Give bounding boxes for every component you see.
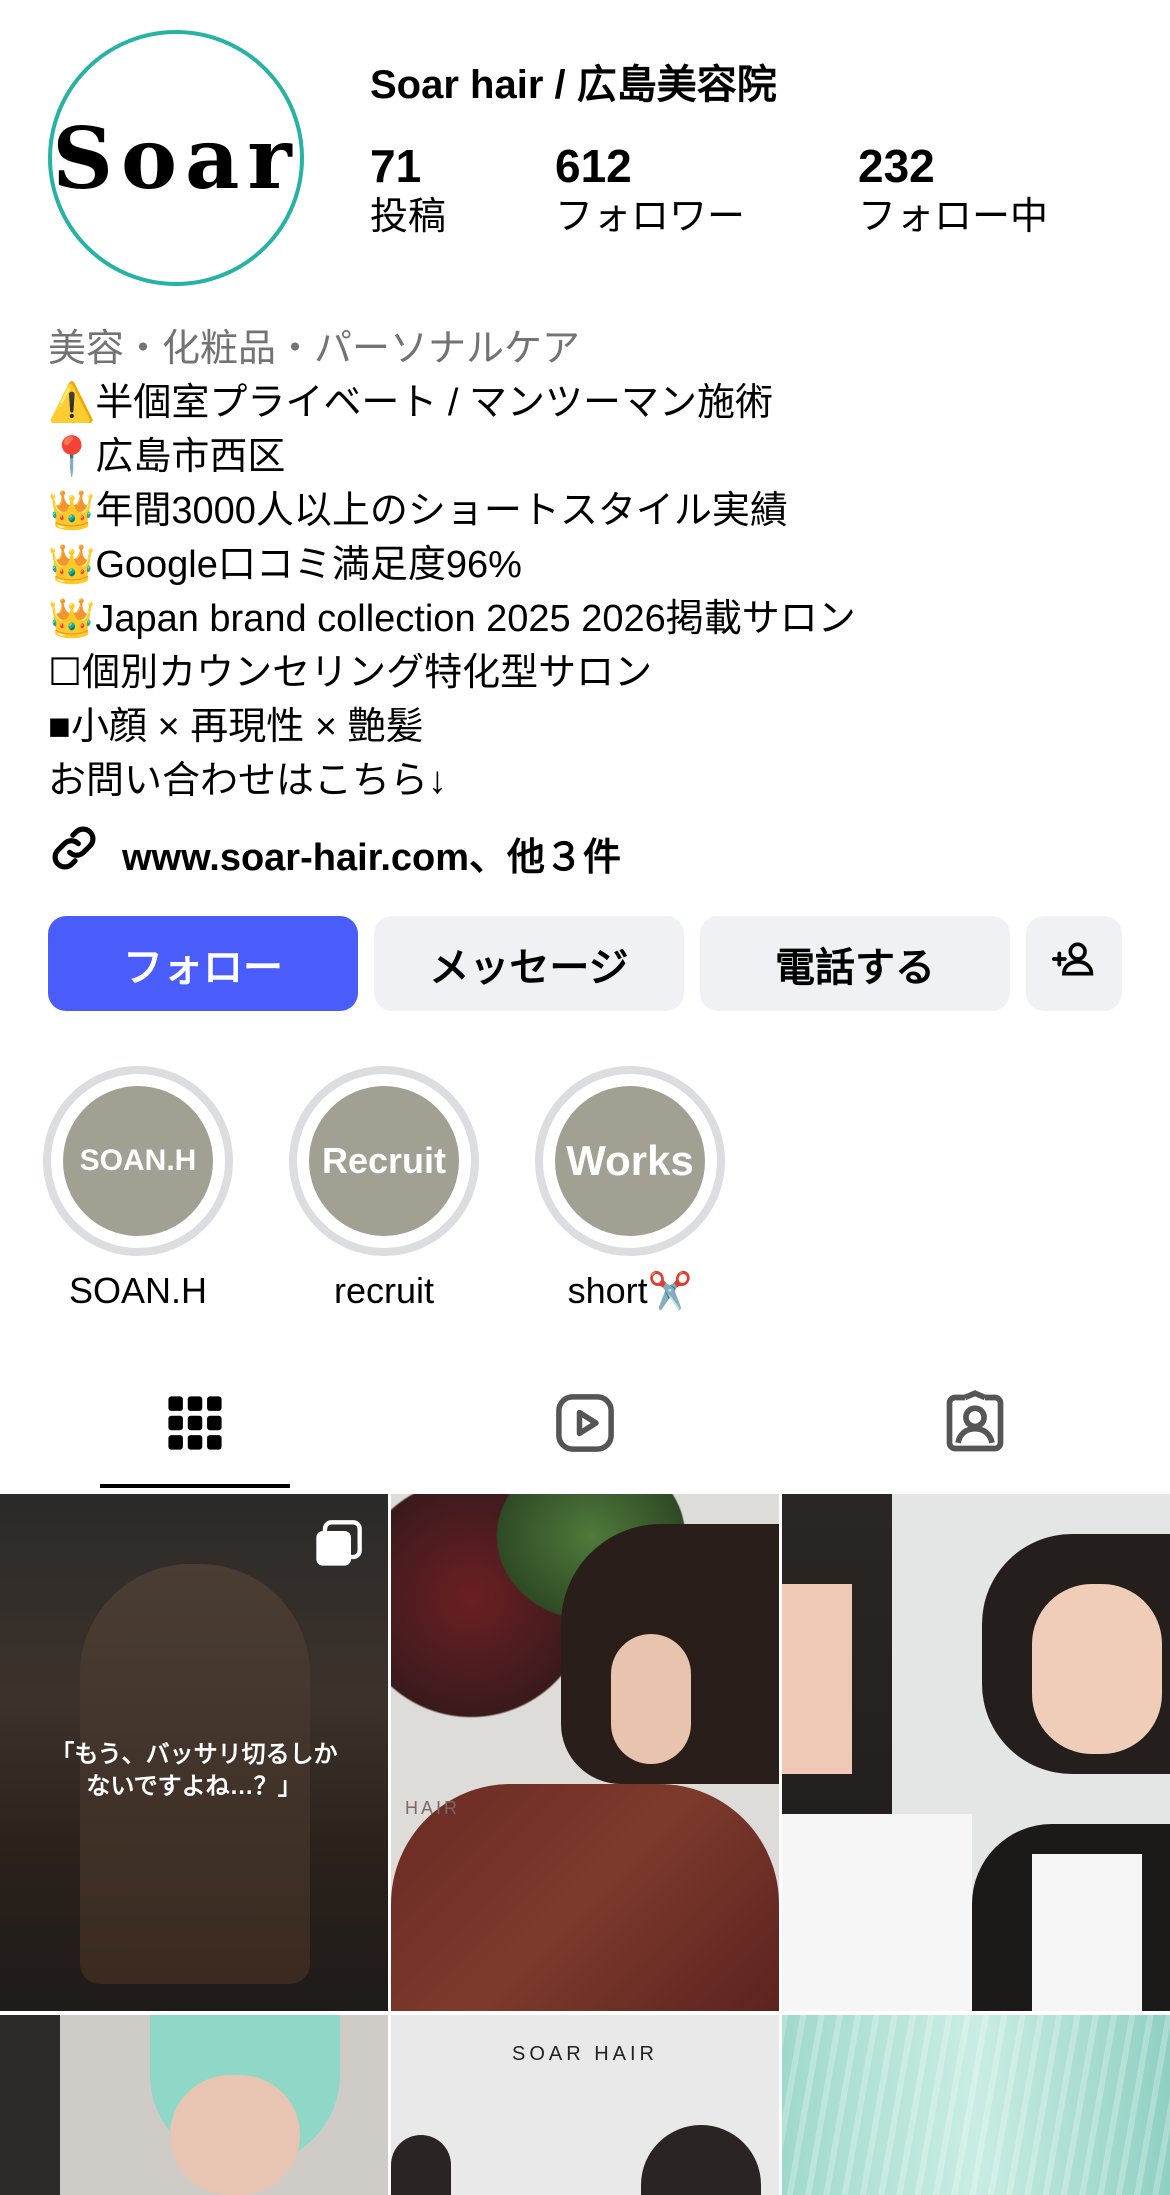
bio-line: 👑年間3000人以上のショートスタイル実績: [48, 490, 788, 532]
post-thumbnail-4[interactable]: [0, 2015, 388, 2195]
highlight-ring: Works: [535, 1066, 725, 1256]
followers-count-label: フォロワー: [555, 196, 746, 238]
photo-face: [170, 2075, 300, 2195]
posts-count[interactable]: 71 投稿: [370, 138, 446, 240]
tab-tagged[interactable]: [915, 1380, 1035, 1470]
suggest-users-button[interactable]: [1026, 916, 1122, 1011]
highlight-cover: Recruit: [309, 1086, 459, 1236]
add-person-icon: [1052, 937, 1096, 991]
bio-line: 📍広島市西区: [48, 436, 286, 478]
post-thumbnail-6[interactable]: [782, 2015, 1170, 2195]
photo-face-right: [1032, 1584, 1162, 1754]
bio-line: ⚠️半個室プライベート / マンツーマン施術: [48, 382, 773, 424]
following-count-label: フォロー中: [858, 196, 1049, 238]
reels-icon: [552, 1390, 618, 1461]
avatar-logo-text: Soar: [52, 108, 300, 208]
profile-category: 美容・化粧品・パーソナルケア: [48, 328, 581, 370]
bio-line: 👑Japan brand collection 2025 2026掲載サロン: [48, 598, 856, 640]
following-count-value: 232: [858, 140, 935, 192]
highlight-ring: SOAN.H: [43, 1066, 233, 1256]
posts-count-value: 71: [370, 140, 422, 192]
photo-hair-left: [391, 2135, 451, 2195]
call-button[interactable]: 電話する: [700, 916, 1010, 1011]
grid-icon: [166, 1394, 224, 1457]
bio-line: ■小顔 × 再現性 × 艶髪: [48, 706, 424, 748]
carousel-icon: [312, 1518, 364, 1575]
highlight-recruit[interactable]: Recruit recruit: [289, 1066, 479, 1312]
link-icon: [48, 822, 122, 884]
profile-bio: 美容・化粧品・パーソナルケア ⚠️半個室プライベート / マンツーマン施術 📍広…: [48, 322, 1128, 808]
highlight-label: short✂️: [567, 1270, 693, 1311]
highlight-ring: Recruit: [289, 1066, 479, 1256]
profile-username: Soar hair / 広島美容院: [370, 63, 777, 107]
link-text: www.soar-hair.com、他３件: [122, 836, 622, 879]
post-thumbnail-5[interactable]: SOAR HAIR: [391, 2015, 779, 2195]
highlight-label: recruit: [333, 1270, 435, 1311]
highlight-label: SOAN.H: [68, 1270, 208, 1311]
active-tab-indicator: [100, 1484, 290, 1488]
photo-hair-right: [641, 2125, 761, 2195]
tab-grid[interactable]: [135, 1380, 255, 1470]
highlight-soanh[interactable]: SOAN.H SOAN.H: [43, 1066, 233, 1312]
photo-mint-hair-texture: [782, 2015, 1170, 2195]
photo-shirt-left: [782, 1814, 972, 2011]
bio-line: ☐個別カウンセリング特化型サロン: [48, 652, 653, 694]
tagged-person-icon: [941, 1389, 1009, 1462]
highlight-works[interactable]: Works short✂️: [535, 1066, 725, 1312]
highlight-cover: SOAN.H: [63, 1086, 213, 1236]
following-count[interactable]: 232 フォロー中: [858, 138, 1048, 240]
photo-frame: [0, 2015, 60, 2195]
photo-neck: [611, 1634, 691, 1764]
post-thumbnail-1[interactable]: 「もう、バッサリ切るしか ないですよね…？」: [0, 1494, 388, 2011]
posts-count-label: 投稿: [370, 196, 447, 238]
message-button[interactable]: メッセージ: [374, 916, 684, 1011]
highlight-cover: Works: [555, 1086, 705, 1236]
bio-line: 👑Google口コミ満足度96%: [48, 544, 522, 586]
profile-avatar[interactable]: Soar: [48, 30, 304, 286]
follow-button[interactable]: フォロー: [48, 916, 358, 1011]
post-thumbnail-3[interactable]: [782, 1494, 1170, 2011]
photo-shirt-right: [1032, 1854, 1142, 2011]
post-caption-overlay: 「もう、バッサリ切るしか ないですよね…？」: [50, 1741, 338, 1800]
bio-line: お問い合わせはこちら↓: [48, 760, 448, 802]
post-brand-text: SOAR HAIR: [511, 2043, 659, 2065]
post-brand-text: HAIR: [405, 1798, 461, 1818]
tab-reels[interactable]: [525, 1380, 645, 1470]
post-thumbnail-2[interactable]: HAIR: [391, 1494, 779, 2011]
profile-link[interactable]: www.soar-hair.com、他３件: [48, 822, 621, 884]
followers-count[interactable]: 612 フォロワー: [555, 138, 745, 240]
followers-count-value: 612: [555, 140, 632, 192]
photo-face-left: [782, 1584, 852, 1774]
